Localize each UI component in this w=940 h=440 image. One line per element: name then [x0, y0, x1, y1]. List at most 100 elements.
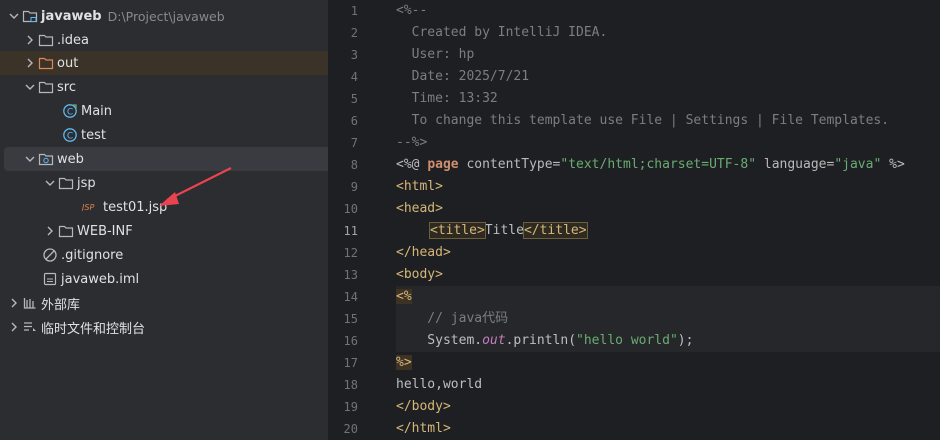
- tree-label-test: test: [81, 127, 106, 143]
- tree-label-idea: .idea: [57, 32, 89, 48]
- code-line-18: hello,world: [396, 377, 483, 392]
- chevron-down-icon[interactable]: [6, 8, 22, 24]
- tree-path-hint: D:\Project\javaweb: [107, 8, 225, 24]
- attr-language: language=: [756, 157, 835, 172]
- code-line-20: </html>: [396, 421, 451, 436]
- code-line-12: </head>: [396, 245, 451, 260]
- line-number: 9: [350, 180, 358, 194]
- tree-label-gitignore: .gitignore: [61, 247, 124, 263]
- chevron-right-icon[interactable]: [22, 55, 38, 71]
- code-field-out: out: [482, 333, 506, 348]
- code-line-8: <%@ page contentType="text/html;charset=…: [396, 154, 940, 176]
- code-line-7: --%>: [396, 135, 428, 150]
- code-line-10: <head>: [396, 201, 443, 216]
- tree-label-jsp: jsp: [77, 175, 96, 191]
- line-number: 7: [350, 136, 358, 150]
- jsp-file-icon: JSP: [82, 199, 100, 215]
- jsp-directive-close: %>: [881, 157, 905, 172]
- tree-label-javaweb-iml: javaweb.iml: [61, 271, 140, 287]
- tree-label-web: web: [57, 151, 84, 167]
- line-number: 14: [343, 290, 358, 304]
- line-number: 13: [343, 268, 358, 282]
- java-class-main-icon: C: [62, 103, 78, 119]
- line-number: 6: [350, 114, 358, 128]
- chevron-right-icon[interactable]: [22, 32, 38, 48]
- tree-item-main[interactable]: C Main: [0, 99, 328, 123]
- code-system: System.: [396, 333, 483, 348]
- tree-label-scratches: 临时文件和控制台: [41, 321, 146, 337]
- chevron-right-icon[interactable]: [42, 223, 58, 239]
- code-line-16: System.out.println("hello world");: [396, 330, 940, 352]
- attr-content-type: contentType=: [458, 157, 561, 172]
- tree-item-scratches[interactable]: 临时文件和控制台: [0, 315, 328, 339]
- line-number: 17: [343, 356, 358, 370]
- jsp-directive-open: <%@: [396, 157, 428, 172]
- project-tree-panel: javaweb D:\Project\javaweb .idea out src…: [0, 0, 328, 440]
- title-close-tag: </title>: [522, 222, 588, 239]
- tree-item-external-libraries[interactable]: 外部库: [0, 291, 328, 315]
- line-number: 1: [350, 4, 358, 18]
- line-number-current: 11: [343, 224, 358, 238]
- line-number: 20: [343, 422, 358, 436]
- excluded-folder-icon: [38, 55, 54, 71]
- java-class-icon: C: [62, 127, 78, 143]
- module-file-icon: [42, 271, 58, 287]
- scratches-icon: [22, 319, 38, 335]
- tree-label-web-inf: WEB-INF: [77, 223, 133, 239]
- svg-text:C: C: [67, 108, 73, 118]
- code-line-19: </body>: [396, 399, 451, 414]
- attr-value-language: "java": [834, 157, 882, 172]
- tree-item-gitignore[interactable]: .gitignore: [0, 243, 328, 267]
- chevron-right-icon[interactable]: [6, 295, 22, 311]
- code-line-15: // java代码: [396, 308, 940, 330]
- tree-item-javaweb[interactable]: javaweb D:\Project\javaweb: [0, 4, 328, 28]
- tree-item-javaweb-iml[interactable]: javaweb.iml: [0, 267, 328, 291]
- ignore-file-icon: [42, 247, 58, 263]
- folder-icon: [58, 175, 74, 191]
- line-number: 5: [350, 92, 358, 106]
- tree-item-web-inf[interactable]: WEB-INF: [0, 219, 328, 243]
- title-open-tag: <title>: [429, 222, 486, 239]
- chevron-down-icon[interactable]: [42, 175, 58, 191]
- code-line-4: Date: 2025/7/21: [396, 69, 530, 84]
- tree-label-javaweb: javaweb: [41, 8, 102, 24]
- code-line-5: Time: 13:32: [396, 91, 498, 106]
- web-folder-icon: [38, 151, 54, 167]
- line-number: 2: [350, 26, 358, 40]
- code-line-13: <body>: [396, 267, 443, 282]
- directive-keyword: page: [427, 157, 459, 172]
- source-folder-icon: [38, 79, 54, 95]
- tree-item-idea[interactable]: .idea: [0, 28, 328, 52]
- tree-label-external-libraries: 外部库: [41, 297, 81, 313]
- library-icon: [22, 295, 38, 311]
- scriptlet-close: %>: [396, 355, 412, 370]
- chevron-down-icon[interactable]: [22, 79, 38, 95]
- tree-item-src[interactable]: src: [0, 75, 328, 99]
- line-number: 3: [350, 48, 358, 62]
- code-line-3: User: hp: [396, 47, 475, 62]
- chevron-down-icon[interactable]: [22, 151, 38, 167]
- module-folder-icon: [22, 8, 38, 24]
- annotation-arrow-icon: [159, 167, 232, 206]
- code-string-hello: "hello world": [576, 333, 678, 348]
- tree-item-out[interactable]: out: [0, 51, 328, 75]
- line-number: 16: [343, 334, 358, 348]
- code-println: .println(: [505, 333, 577, 348]
- code-line-14: <%: [396, 286, 940, 308]
- line-number: 18: [343, 378, 358, 392]
- chevron-right-icon[interactable]: [6, 319, 22, 335]
- tree-label-src: src: [57, 79, 76, 95]
- code-line-11: <title>Title</title>: [396, 220, 940, 242]
- title-text: Title: [484, 223, 524, 238]
- scriptlet-open: <%: [396, 289, 412, 304]
- tree-item-test[interactable]: C test: [0, 123, 328, 147]
- line-number: 4: [350, 70, 358, 84]
- attr-value-content-type: "text/html;charset=UTF-8": [560, 157, 757, 172]
- code-line-2: Created by IntelliJ IDEA.: [396, 25, 608, 40]
- code-line-6: To change this template use File | Setti…: [396, 113, 890, 128]
- line-number: 8: [350, 158, 358, 172]
- line-number-gutter[interactable]: 1 2 3 4 5 6 7 8 9 10 11 12 13 14 15 16 1…: [328, 0, 396, 440]
- code-editor[interactable]: <%-- Created by IntelliJ IDEA. User: hp …: [396, 0, 940, 440]
- line-number: 12: [343, 246, 358, 260]
- tree-label-out: out: [57, 55, 79, 71]
